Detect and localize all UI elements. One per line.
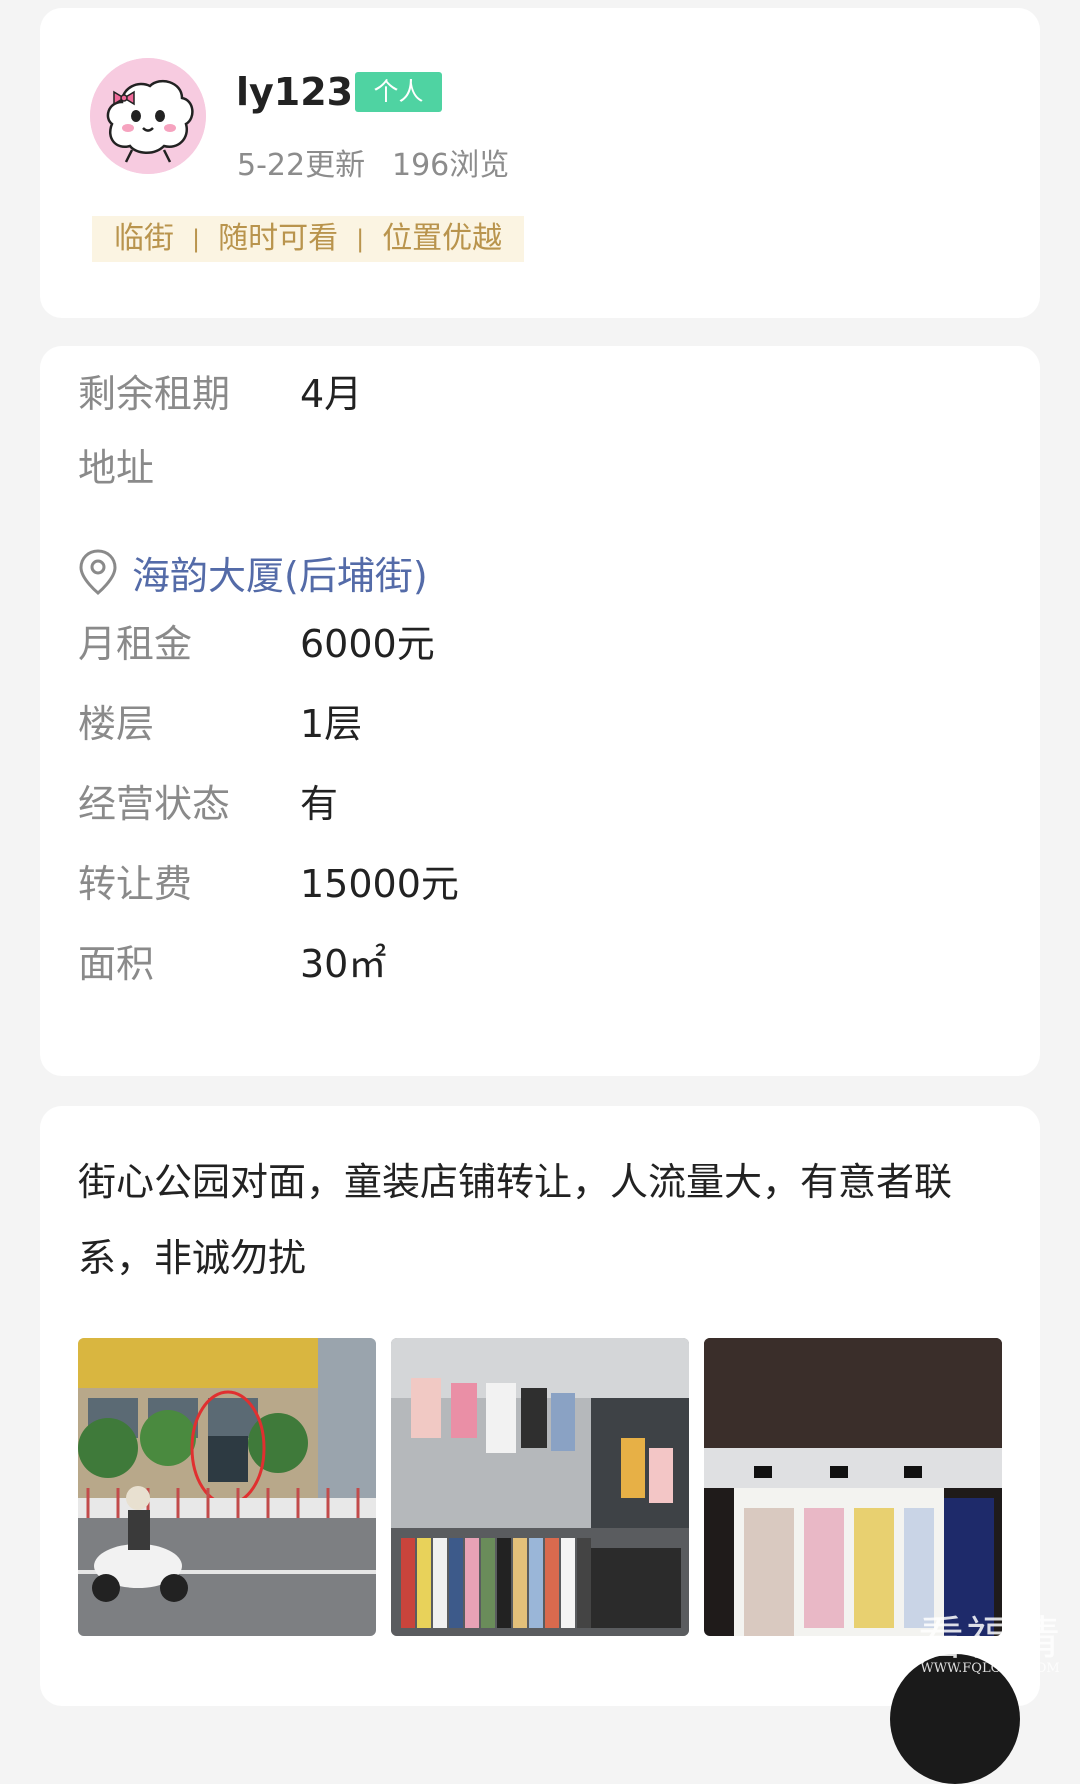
watermark: 看福清 WWW.FQLOOK.COM: [918, 1614, 1062, 1676]
avatar[interactable]: [90, 58, 206, 174]
description-card: 街心公园对面，童装店铺转让，人流量大，有意者联系，非诚勿扰: [40, 1106, 1040, 1706]
tag-street-facing: 临街: [114, 221, 174, 256]
area-row: 面积 30㎡: [78, 934, 386, 994]
watermark-main: 看福清: [918, 1611, 1062, 1665]
tag-viewable-anytime: 随时可看: [218, 221, 339, 256]
transfer-fee-row: 转让费 15000元: [78, 854, 459, 914]
area-label: 面积: [78, 942, 155, 986]
remaining-lease-label: 剩余租期: [78, 372, 231, 416]
remaining-lease-value: 4月: [300, 372, 363, 416]
floor-label: 楼层: [78, 702, 155, 746]
username: ly123: [236, 70, 354, 114]
tag-good-location: 位置优越: [382, 221, 503, 256]
operating-status-label: 经营状态: [78, 782, 231, 826]
floor-value: 1层: [300, 702, 363, 746]
monthly-rent-label: 月租金: [78, 622, 193, 666]
monthly-rent-row: 月租金 6000元: [78, 614, 435, 674]
description-text: 街心公园对面，童装店铺转让，人流量大，有意者联系，非诚勿扰: [78, 1160, 953, 1280]
address-label: 地址: [78, 446, 155, 490]
photo-store-front-night[interactable]: [704, 1338, 1002, 1636]
update-date: 5-22更新: [237, 148, 366, 183]
transfer-fee-value: 15000元: [300, 862, 459, 906]
photo-storefront-street[interactable]: [78, 1338, 376, 1636]
view-count: 196浏览: [392, 148, 510, 183]
location-pin-icon: [79, 549, 117, 595]
photo-store-interior[interactable]: [391, 1338, 689, 1636]
feature-tags: 临街 | 随时可看 | 位置优越: [92, 216, 525, 262]
operating-status-row: 经营状态 有: [78, 774, 338, 834]
address-link[interactable]: 海韵大厦(后埔街): [78, 542, 428, 602]
tag-separator: |: [356, 225, 365, 253]
floor-row: 楼层 1层: [78, 694, 362, 754]
watermark-sub: WWW.FQLOOK.COM: [920, 1661, 1060, 1676]
address-value: 海韵大厦(后埔街): [132, 553, 428, 598]
transfer-fee-label: 转让费: [78, 862, 193, 906]
address-row: 地址: [78, 438, 300, 498]
details-card: 剩余租期 4月 地址 海韵大厦(后埔街) 月租金 6000元 楼层 1层 经营状…: [40, 346, 1040, 1076]
area-value: 30㎡: [300, 942, 387, 986]
tag-separator: |: [192, 225, 201, 253]
operating-status-value: 有: [300, 782, 339, 826]
profile-card: ly123 个人 5-22更新 196浏览 临街 | 随时可看 | 位置优越: [40, 8, 1040, 318]
remaining-lease-row: 剩余租期 4月: [78, 364, 362, 424]
personal-badge: 个人: [355, 72, 442, 112]
monthly-rent-value: 6000元: [300, 622, 435, 666]
